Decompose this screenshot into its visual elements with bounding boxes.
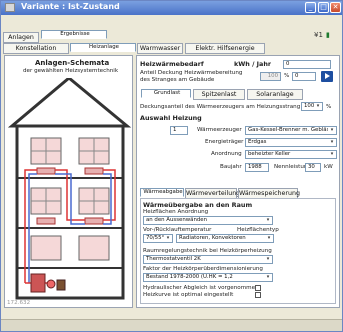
chevron-down-icon: ▾ xyxy=(314,103,322,110)
heizflaechen-anordnung-label: Heizflächen Anordnung xyxy=(143,209,209,215)
toolbar-icon-settings[interactable]: ¥1 xyxy=(314,31,323,39)
raumregelung-select[interactable]: Thermostatventil 2K ▾ xyxy=(143,255,273,264)
tab-heizanlage[interactable]: Heizanlage xyxy=(70,43,136,52)
auswahl-header: Auswahl Heizung xyxy=(140,114,202,122)
nennleistung-unit: kW xyxy=(324,164,333,170)
waermeerzeuger-select[interactable]: Gas-Kessel-Brenner m. Gebläse ▾ xyxy=(245,126,337,135)
deckungsanteil-value: 100 xyxy=(304,103,315,109)
deckungsanteil-label: Deckungsanteil des Wärmeerzeugers am Hei… xyxy=(140,104,301,110)
heizwaermebedarf-field[interactable]: 0 xyxy=(283,60,331,69)
application-window: Variante : Ist-Zustand _ □ ✕ Anlagen Erg… xyxy=(0,0,343,332)
schema-subtitle: der gewählten Heizsystemtechnik xyxy=(23,68,119,74)
energietraeger-label: Energieträger xyxy=(205,139,244,145)
heizflaechentyp-value: Radiatoren, Konvektoren xyxy=(179,235,246,241)
vorlauf-select[interactable]: 70/55°C ▾ xyxy=(143,234,173,243)
heizflaechen-anordnung-value: an den Aussenwänden xyxy=(146,217,208,223)
anteil-percent: % xyxy=(284,73,290,79)
heizflaechen-anordnung-select[interactable]: an den Aussenwänden ▾ xyxy=(143,216,273,225)
tab-elektr-hilfsenergie[interactable]: Elektr. Hilfsenergie xyxy=(185,43,265,54)
chevron-down-icon: ▾ xyxy=(164,235,172,242)
anordnung-label: Anordnung xyxy=(211,151,242,157)
chevron-down-icon: ▾ xyxy=(328,139,336,146)
tab-anlagen[interactable]: Anlagen xyxy=(3,32,39,43)
window-title: Variante : Ist-Zustand xyxy=(21,2,120,11)
status-bar xyxy=(1,319,342,331)
anordnung-select[interactable]: beheizter Keller ▾ xyxy=(245,150,337,159)
heizkurve-checkbox[interactable] xyxy=(255,292,261,298)
waermeerzeuger-value: Gas-Kessel-Brenner m. Gebläse xyxy=(248,127,333,133)
raumregelung-value: Thermostatventil 2K xyxy=(146,256,201,262)
chevron-down-icon: ▾ xyxy=(264,256,272,263)
house-schematic xyxy=(7,78,132,300)
title-bar: Variante : Ist-Zustand _ □ ✕ xyxy=(1,1,342,15)
heizflaechentyp-label: Heizflächentyp xyxy=(237,227,279,233)
unit-label: kWh / Jahr xyxy=(234,60,272,68)
tab-waermeabgabe[interactable]: Wärmeabgabe xyxy=(140,188,184,197)
faktor-label: Faktor der Heizkörperüberdimensionierung xyxy=(143,266,263,272)
heizkurve-label: Heizkurve ist optimal eingestellt xyxy=(143,292,234,298)
schema-footer-number: 172.632 xyxy=(7,300,31,306)
waermeerzeuger-label: Wärmeerzeuger xyxy=(197,127,242,133)
subtab-solaranlage[interactable]: Solaranlage xyxy=(247,89,303,100)
vorlauf-label: Vor-/Rücklauftemperatur xyxy=(143,227,212,233)
app-icon xyxy=(5,3,15,12)
anordnung-value: beheizter Keller xyxy=(248,151,291,157)
minimize-button[interactable]: _ xyxy=(305,2,316,13)
play-button[interactable] xyxy=(321,71,333,82)
waermeabgabe-header: Wärmeübergabe an den Raum xyxy=(143,201,253,209)
schema-title: Anlagen-Schemata xyxy=(35,59,110,67)
tab-konstellation[interactable]: Konstellation xyxy=(3,43,69,54)
nennleistung-field[interactable]: 30 xyxy=(305,163,321,172)
deckungsanteil-select[interactable]: 100 ▾ xyxy=(301,102,323,111)
schema-panel: Anlagen-Schemata der gewählten Heizsyste… xyxy=(4,55,133,308)
tab-ergebnisse[interactable]: Ergebnisse xyxy=(41,30,107,39)
heizwaermebedarf-label: Heizwärmebedarf xyxy=(140,60,204,68)
anteil-label-1: Anteil Deckung Heizwärmebereitung xyxy=(140,70,243,76)
baujahr-field[interactable]: 1988 xyxy=(245,163,269,172)
raumregelung-label: Raumregelungstechnik bei Heizkörperheizu… xyxy=(143,248,272,254)
chevron-down-icon: ▾ xyxy=(265,235,273,242)
settings-panel: Heizwärmebedarf kWh / Jahr 0 Anteil Deck… xyxy=(136,55,340,308)
auswahl-number-field[interactable]: 1 xyxy=(170,126,188,135)
anteil-label-2: des Stranges am Gebäude xyxy=(140,77,215,83)
faktor-value: Bestand 1978-2000 (Ü.HK = 1,2 xyxy=(146,274,233,280)
deckungsanteil-percent: % xyxy=(326,104,332,110)
heizflaechentyp-select[interactable]: Radiatoren, Konvektoren ▾ xyxy=(176,234,274,243)
energietraeger-value: Erdgas xyxy=(248,139,267,145)
faktor-select[interactable]: Bestand 1978-2000 (Ü.HK = 1,2 ▾ xyxy=(143,273,273,282)
baujahr-label: Baujahr xyxy=(220,164,242,170)
maximize-button[interactable]: □ xyxy=(318,2,329,13)
toolbar-icon-export[interactable]: ▮ xyxy=(326,31,330,39)
chevron-down-icon: ▾ xyxy=(264,217,272,224)
subtab-grundlast[interactable]: Grundlast xyxy=(141,89,191,98)
anteil-other-field[interactable]: 0 xyxy=(292,72,316,81)
chevron-down-icon: ▾ xyxy=(264,274,272,281)
hydraulisch-checkbox[interactable] xyxy=(255,285,261,291)
hydraulisch-label: Hydraulischer Abgleich ist vorgenommen xyxy=(143,285,259,291)
chevron-down-icon: ▾ xyxy=(328,151,336,158)
energietraeger-select[interactable]: Erdgas ▾ xyxy=(245,138,337,147)
anteil-field[interactable]: 100 xyxy=(260,72,281,81)
play-icon xyxy=(325,73,330,79)
tab-warmwasser[interactable]: Warmwasser xyxy=(137,43,183,54)
close-button[interactable]: ✕ xyxy=(330,2,341,13)
subtab-spitzenlast[interactable]: Spitzenlast xyxy=(193,89,245,100)
waermeabgabe-panel: Wärmeübergabe an den Raum Heizflächen An… xyxy=(140,198,336,304)
chevron-down-icon: ▾ xyxy=(328,127,336,134)
